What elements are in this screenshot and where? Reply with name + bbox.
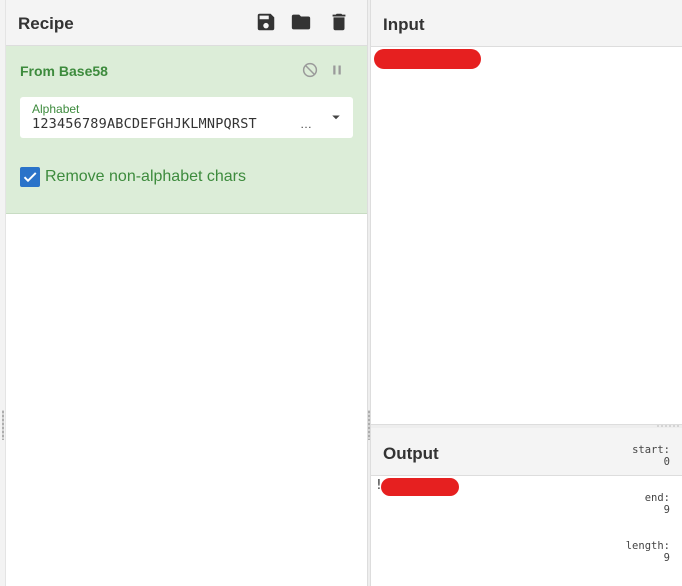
resize-handle-left[interactable] (2, 410, 4, 440)
alphabet-truncation: … (300, 117, 312, 131)
input-header: Input (371, 0, 682, 47)
resize-handle[interactable] (368, 410, 370, 440)
disable-icon[interactable] (301, 61, 319, 79)
redacted-output-text (381, 478, 459, 496)
chevron-down-icon[interactable] (327, 108, 345, 126)
output-textarea[interactable]: ! (371, 476, 682, 586)
input-textarea[interactable] (371, 47, 682, 424)
resize-handle-io[interactable] (656, 425, 680, 427)
input-panel: Input (371, 0, 682, 424)
output-header: Output start: 0 end: 9 length: 9 (371, 428, 682, 564)
save-icon[interactable] (255, 11, 277, 33)
output-title: Output (383, 444, 439, 463)
operation-title: From Base58 (20, 63, 108, 79)
alphabet-label: Alphabet (32, 102, 80, 116)
operation-from-base58[interactable]: From Base58 Alphabet 123456789ABCDEFGHJK… (6, 46, 367, 214)
start-value: 0 (663, 456, 670, 468)
remove-non-alphabet-checkbox[interactable] (20, 167, 40, 187)
cyberchef-window: Recipe From Base58 Alphabet 123456789ABC… (0, 0, 682, 586)
input-title: Input (383, 15, 425, 34)
alphabet-value[interactable]: 123456789ABCDEFGHJKLMNPQRST (32, 116, 314, 132)
start-label: start: (632, 444, 670, 456)
folder-icon[interactable] (290, 11, 312, 33)
recipe-panel: Recipe From Base58 Alphabet 123456789ABC… (0, 0, 367, 586)
redacted-input-text (374, 49, 481, 69)
alphabet-select[interactable]: Alphabet 123456789ABCDEFGHJKLMNPQRST … (20, 97, 353, 138)
output-panel: Output start: 0 end: 9 length: 9 ! (371, 428, 682, 586)
remove-non-alphabet-label[interactable]: Remove non-alphabet chars (45, 168, 246, 186)
recipe-title: Recipe (18, 14, 74, 33)
trash-icon[interactable] (328, 11, 350, 33)
pause-icon[interactable] (328, 61, 346, 79)
recipe-header: Recipe (6, 0, 367, 46)
